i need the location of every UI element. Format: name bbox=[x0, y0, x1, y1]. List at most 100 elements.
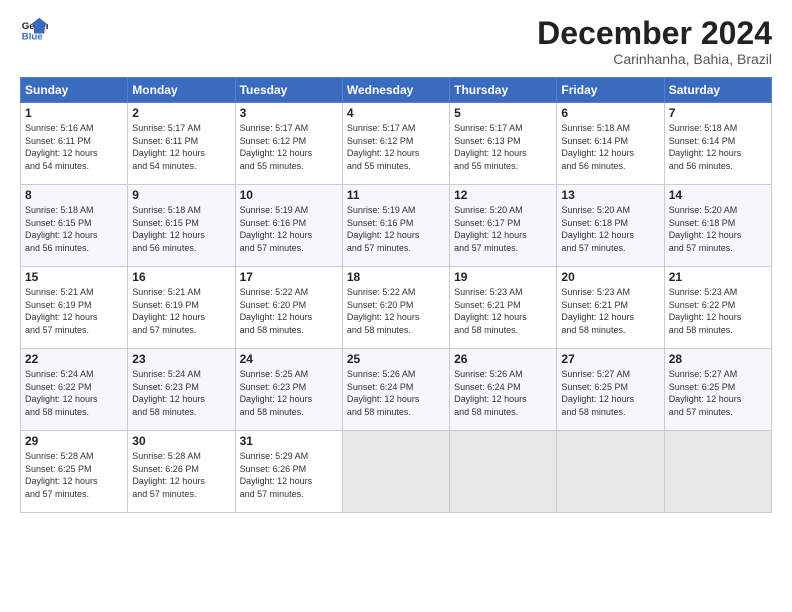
calendar-cell: 31 Sunrise: 5:29 AM Sunset: 6:26 PM Dayli… bbox=[235, 431, 342, 513]
calendar-cell: 5Sunrise: 5:17 AM Sunset: 6:13 PM Daylig… bbox=[450, 103, 557, 185]
week-row-1: 1 Sunrise: 5:16 AM Sunset: 6:11 PM Daylig… bbox=[21, 103, 772, 185]
page: General Blue December 2024 Carinhanha, B… bbox=[0, 0, 792, 612]
calendar-cell: 13Sunrise: 5:20 AM Sunset: 6:18 PM Dayli… bbox=[557, 185, 664, 267]
day-number: 28 bbox=[669, 352, 767, 366]
day-info: Sunrise: 5:16 AM Sunset: 6:11 PM Dayligh… bbox=[25, 122, 123, 172]
calendar-cell: 28Sunrise: 5:27 AM Sunset: 6:25 PM Dayli… bbox=[664, 349, 771, 431]
day-info: Sunrise: 5:19 AM Sunset: 6:16 PM Dayligh… bbox=[240, 204, 338, 254]
day-info: Sunrise: 5:27 AM Sunset: 6:25 PM Dayligh… bbox=[561, 368, 659, 418]
day-number: 7 bbox=[669, 106, 767, 120]
day-info: Sunrise: 5:26 AM Sunset: 6:24 PM Dayligh… bbox=[347, 368, 445, 418]
day-number: 8 bbox=[25, 188, 123, 202]
day-info: Sunrise: 5:23 AM Sunset: 6:21 PM Dayligh… bbox=[561, 286, 659, 336]
days-header-row: SundayMondayTuesdayWednesdayThursdayFrid… bbox=[21, 78, 772, 103]
day-number: 27 bbox=[561, 352, 659, 366]
calendar-cell: 26Sunrise: 5:26 AM Sunset: 6:24 PM Dayli… bbox=[450, 349, 557, 431]
title-block: December 2024 Carinhanha, Bahia, Brazil bbox=[537, 16, 772, 67]
day-number: 4 bbox=[347, 106, 445, 120]
calendar-cell: 24 Sunrise: 5:25 AM Sunset: 6:23 PM Dayli… bbox=[235, 349, 342, 431]
calendar-cell: 1 Sunrise: 5:16 AM Sunset: 6:11 PM Daylig… bbox=[21, 103, 128, 185]
day-number: 21 bbox=[669, 270, 767, 284]
day-info: Sunrise: 5:20 AM Sunset: 6:17 PM Dayligh… bbox=[454, 204, 552, 254]
day-number: 19 bbox=[454, 270, 552, 284]
day-info: Sunrise: 5:22 AM Sunset: 6:20 PM Dayligh… bbox=[240, 286, 338, 336]
calendar-cell: 20 Sunrise: 5:23 AM Sunset: 6:21 PM Dayli… bbox=[557, 267, 664, 349]
calendar-cell: 6 Sunrise: 5:18 AM Sunset: 6:14 PM Daylig… bbox=[557, 103, 664, 185]
day-info: Sunrise: 5:24 AM Sunset: 6:22 PM Dayligh… bbox=[25, 368, 123, 418]
day-info: Sunrise: 5:17 AM Sunset: 6:12 PM Dayligh… bbox=[240, 122, 338, 172]
calendar-cell: 23 Sunrise: 5:24 AM Sunset: 6:23 PM Dayli… bbox=[128, 349, 235, 431]
day-info: Sunrise: 5:19 AM Sunset: 6:16 PM Dayligh… bbox=[347, 204, 445, 254]
calendar-cell: 21 Sunrise: 5:23 AM Sunset: 6:22 PM Dayli… bbox=[664, 267, 771, 349]
calendar-cell: 8 Sunrise: 5:18 AM Sunset: 6:15 PM Daylig… bbox=[21, 185, 128, 267]
day-header-thursday: Thursday bbox=[450, 78, 557, 103]
calendar-cell: 16 Sunrise: 5:21 AM Sunset: 6:19 PM Dayli… bbox=[128, 267, 235, 349]
calendar-cell: 18Sunrise: 5:22 AM Sunset: 6:20 PM Dayli… bbox=[342, 267, 449, 349]
day-header-friday: Friday bbox=[557, 78, 664, 103]
day-info: Sunrise: 5:21 AM Sunset: 6:19 PM Dayligh… bbox=[132, 286, 230, 336]
calendar-cell bbox=[664, 431, 771, 513]
day-info: Sunrise: 5:20 AM Sunset: 6:18 PM Dayligh… bbox=[669, 204, 767, 254]
calendar-cell: 14 Sunrise: 5:20 AM Sunset: 6:18 PM Dayli… bbox=[664, 185, 771, 267]
day-header-sunday: Sunday bbox=[21, 78, 128, 103]
day-number: 6 bbox=[561, 106, 659, 120]
calendar-cell: 27 Sunrise: 5:27 AM Sunset: 6:25 PM Dayli… bbox=[557, 349, 664, 431]
calendar-cell bbox=[557, 431, 664, 513]
day-number: 31 bbox=[240, 434, 338, 448]
day-number: 2 bbox=[132, 106, 230, 120]
calendar-cell: 11 Sunrise: 5:19 AM Sunset: 6:16 PM Dayli… bbox=[342, 185, 449, 267]
day-info: Sunrise: 5:24 AM Sunset: 6:23 PM Dayligh… bbox=[132, 368, 230, 418]
day-info: Sunrise: 5:18 AM Sunset: 6:15 PM Dayligh… bbox=[25, 204, 123, 254]
day-number: 17 bbox=[240, 270, 338, 284]
calendar-cell: 2Sunrise: 5:17 AM Sunset: 6:11 PM Daylig… bbox=[128, 103, 235, 185]
day-number: 11 bbox=[347, 188, 445, 202]
month-title: December 2024 bbox=[537, 16, 772, 51]
day-number: 1 bbox=[25, 106, 123, 120]
day-number: 24 bbox=[240, 352, 338, 366]
day-number: 13 bbox=[561, 188, 659, 202]
calendar-cell: 17 Sunrise: 5:22 AM Sunset: 6:20 PM Dayli… bbox=[235, 267, 342, 349]
day-number: 22 bbox=[25, 352, 123, 366]
day-info: Sunrise: 5:18 AM Sunset: 6:14 PM Dayligh… bbox=[561, 122, 659, 172]
day-info: Sunrise: 5:18 AM Sunset: 6:14 PM Dayligh… bbox=[669, 122, 767, 172]
week-row-5: 29Sunrise: 5:28 AM Sunset: 6:25 PM Dayli… bbox=[21, 431, 772, 513]
day-info: Sunrise: 5:29 AM Sunset: 6:26 PM Dayligh… bbox=[240, 450, 338, 500]
day-header-monday: Monday bbox=[128, 78, 235, 103]
day-number: 9 bbox=[132, 188, 230, 202]
day-info: Sunrise: 5:25 AM Sunset: 6:23 PM Dayligh… bbox=[240, 368, 338, 418]
calendar-cell: 10 Sunrise: 5:19 AM Sunset: 6:16 PM Dayli… bbox=[235, 185, 342, 267]
day-number: 18 bbox=[347, 270, 445, 284]
day-number: 23 bbox=[132, 352, 230, 366]
calendar-cell bbox=[342, 431, 449, 513]
day-info: Sunrise: 5:17 AM Sunset: 6:13 PM Dayligh… bbox=[454, 122, 552, 172]
day-number: 20 bbox=[561, 270, 659, 284]
day-info: Sunrise: 5:23 AM Sunset: 6:22 PM Dayligh… bbox=[669, 286, 767, 336]
calendar-table: SundayMondayTuesdayWednesdayThursdayFrid… bbox=[20, 77, 772, 513]
day-info: Sunrise: 5:21 AM Sunset: 6:19 PM Dayligh… bbox=[25, 286, 123, 336]
day-number: 15 bbox=[25, 270, 123, 284]
logo: General Blue bbox=[20, 16, 48, 44]
calendar-cell: 4 Sunrise: 5:17 AM Sunset: 6:12 PM Daylig… bbox=[342, 103, 449, 185]
week-row-3: 15 Sunrise: 5:21 AM Sunset: 6:19 PM Dayli… bbox=[21, 267, 772, 349]
day-info: Sunrise: 5:28 AM Sunset: 6:25 PM Dayligh… bbox=[25, 450, 123, 500]
day-number: 10 bbox=[240, 188, 338, 202]
calendar-cell: 7 Sunrise: 5:18 AM Sunset: 6:14 PM Daylig… bbox=[664, 103, 771, 185]
calendar-cell: 29Sunrise: 5:28 AM Sunset: 6:25 PM Dayli… bbox=[21, 431, 128, 513]
calendar-cell bbox=[450, 431, 557, 513]
subtitle: Carinhanha, Bahia, Brazil bbox=[537, 51, 772, 67]
day-number: 3 bbox=[240, 106, 338, 120]
day-number: 14 bbox=[669, 188, 767, 202]
calendar-cell: 25 Sunrise: 5:26 AM Sunset: 6:24 PM Dayli… bbox=[342, 349, 449, 431]
day-number: 16 bbox=[132, 270, 230, 284]
logo-icon: General Blue bbox=[20, 16, 48, 44]
day-info: Sunrise: 5:28 AM Sunset: 6:26 PM Dayligh… bbox=[132, 450, 230, 500]
calendar-cell: 15 Sunrise: 5:21 AM Sunset: 6:19 PM Dayli… bbox=[21, 267, 128, 349]
week-row-2: 8 Sunrise: 5:18 AM Sunset: 6:15 PM Daylig… bbox=[21, 185, 772, 267]
day-info: Sunrise: 5:17 AM Sunset: 6:12 PM Dayligh… bbox=[347, 122, 445, 172]
day-header-tuesday: Tuesday bbox=[235, 78, 342, 103]
day-info: Sunrise: 5:26 AM Sunset: 6:24 PM Dayligh… bbox=[454, 368, 552, 418]
day-number: 25 bbox=[347, 352, 445, 366]
calendar-cell: 9Sunrise: 5:18 AM Sunset: 6:15 PM Daylig… bbox=[128, 185, 235, 267]
calendar-cell: 22 Sunrise: 5:24 AM Sunset: 6:22 PM Dayli… bbox=[21, 349, 128, 431]
day-number: 12 bbox=[454, 188, 552, 202]
